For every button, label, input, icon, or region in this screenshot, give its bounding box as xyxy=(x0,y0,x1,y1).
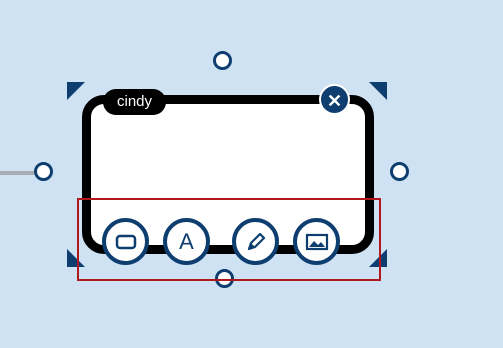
close-button[interactable]: ✕ xyxy=(319,84,350,115)
resize-handle-top-left[interactable] xyxy=(67,82,85,100)
text-icon: A xyxy=(179,228,194,254)
resize-handle-top-right[interactable] xyxy=(369,82,387,100)
shape-tool-button[interactable] xyxy=(102,218,149,265)
node-name-tag[interactable]: cindy xyxy=(103,89,167,115)
left-connection-handle[interactable] xyxy=(34,162,53,181)
image-icon xyxy=(305,233,328,250)
close-icon: ✕ xyxy=(326,91,343,111)
image-tool-button[interactable] xyxy=(293,218,340,265)
text-tool-button[interactable]: A xyxy=(163,218,210,265)
pencil-icon xyxy=(247,232,265,250)
right-connection-handle[interactable] xyxy=(390,162,409,181)
diagram-canvas[interactable]: cindy ✕ A xyxy=(0,0,503,348)
connector-line[interactable] xyxy=(0,171,34,175)
top-connection-handle[interactable] xyxy=(213,51,232,70)
pencil-tool-button[interactable] xyxy=(232,218,279,265)
rectangle-icon xyxy=(115,234,136,249)
